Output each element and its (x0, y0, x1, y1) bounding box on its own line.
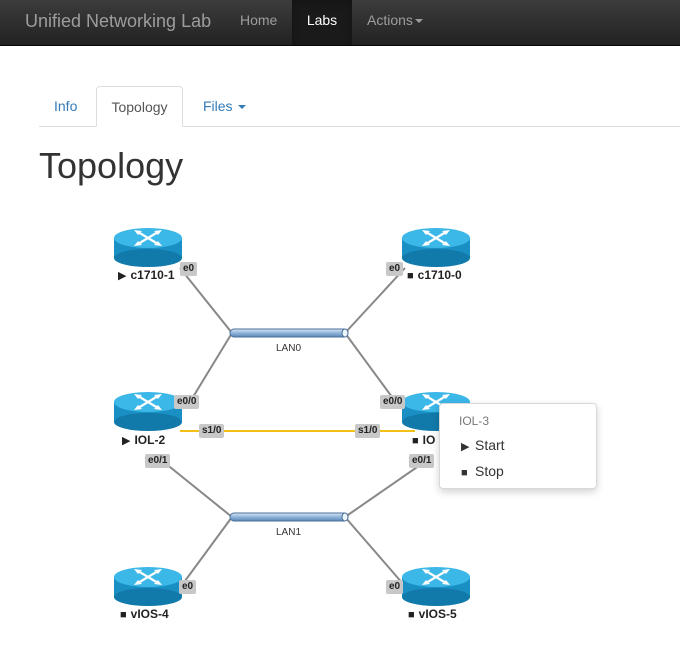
link-iol3-lan0[interactable] (344, 332, 393, 398)
play-icon: ▶ (122, 435, 131, 447)
context-menu-header: IOL-3 (459, 414, 490, 428)
link-vios4-lan1[interactable] (181, 516, 233, 586)
iface-label-iol3-e01: e0/1 (409, 454, 435, 468)
context-menu-start[interactable]: ▶ Start (461, 437, 505, 453)
node-label-c1710-1[interactable]: ▶ c1710-1 (118, 268, 175, 282)
iface-label-iol3-e00: e0/0 (380, 395, 406, 409)
iface-label-iol3-s10: s1/0 (355, 424, 381, 438)
network-label-lan1: LAN1 (276, 527, 302, 538)
network-lan0[interactable] (229, 328, 349, 338)
link-iol3-lan1[interactable] (344, 462, 424, 518)
iface-label-c1710-0-e0: e0 (386, 262, 404, 276)
stop-icon: ■ (408, 609, 415, 621)
iface-label-c1710-1-e0: e0 (180, 262, 198, 276)
network-label-lan0: LAN0 (276, 343, 302, 354)
stop-icon: ■ (407, 270, 414, 282)
node-context-menu: IOL-3 ▶ Start ■ Stop (439, 403, 597, 489)
link-vios5-lan1[interactable] (344, 516, 405, 586)
network-lan1[interactable] (229, 512, 349, 522)
iface-label-vios4-e0: e0 (179, 580, 197, 594)
link-iol2-lan1[interactable] (164, 462, 233, 518)
link-iol2-lan0[interactable] (192, 332, 233, 398)
stop-icon: ■ (412, 435, 419, 447)
node-label-vios-5[interactable]: ■ vIOS-5 (408, 607, 457, 621)
topology-canvas (164, 267, 424, 586)
play-icon: ▶ (461, 441, 470, 453)
start-label: Start (475, 437, 505, 453)
iface-label-iol2-s10: s1/0 (199, 424, 225, 438)
node-label-iol-2[interactable]: ▶ IOL-2 (122, 433, 165, 447)
node-label-iol-3[interactable]: ■ IO (412, 433, 435, 447)
iface-label-vios5-e0: e0 (386, 580, 404, 594)
node-label-vios-4[interactable]: ■ vIOS-4 (120, 607, 169, 621)
iface-label-iol2-e00: e0/0 (174, 395, 200, 409)
link-c1710-1-lan0[interactable] (179, 267, 233, 334)
iface-label-iol2-e01: e0/1 (145, 454, 171, 468)
node-label-c1710-0[interactable]: ■ c1710-0 (407, 268, 462, 282)
context-menu-stop[interactable]: ■ Stop (461, 463, 504, 479)
play-icon: ▶ (118, 270, 127, 282)
stop-label: Stop (475, 463, 504, 479)
stop-icon: ■ (461, 467, 468, 479)
stop-icon: ■ (120, 609, 127, 621)
link-c1710-0-lan0[interactable] (344, 267, 406, 334)
